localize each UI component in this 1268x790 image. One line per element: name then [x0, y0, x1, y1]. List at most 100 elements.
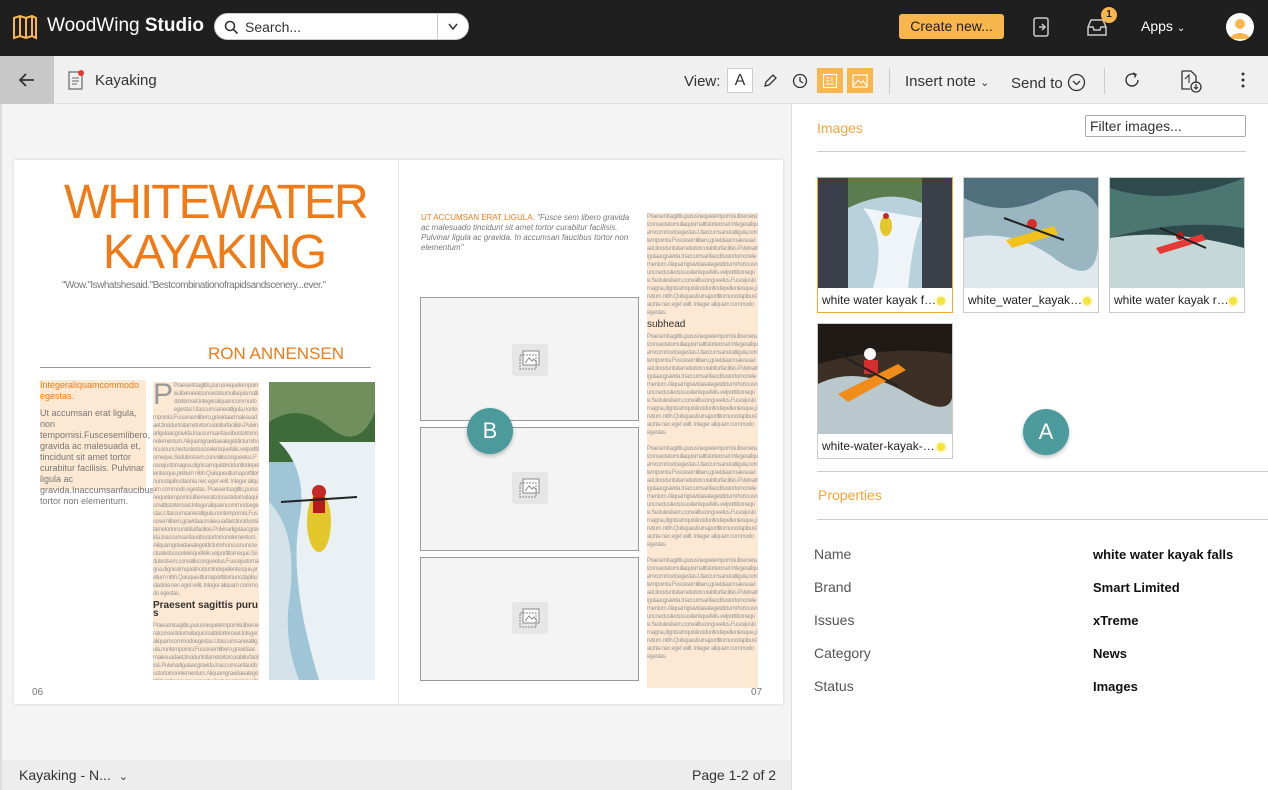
section-divider: [817, 471, 1268, 472]
images-section-title[interactable]: Images: [817, 120, 863, 136]
search-options-chevron-icon[interactable]: [443, 20, 463, 34]
view-text-button[interactable]: A: [727, 68, 753, 93]
property-value[interactable]: Images: [1093, 679, 1138, 694]
toolbar-divider: [1104, 68, 1105, 94]
image-thumbnail[interactable]: white water kayak falls: [817, 177, 953, 313]
property-value[interactable]: Smart Limited: [1093, 580, 1180, 595]
search-divider: [437, 14, 438, 39]
image-placeholder-frame[interactable]: [420, 297, 639, 421]
property-value[interactable]: xTreme: [1093, 613, 1139, 628]
view-layout-button[interactable]: [817, 68, 843, 93]
image-placeholder-frame[interactable]: [420, 557, 639, 681]
image-thumbnail[interactable]: white-water-kayak-orange: [817, 323, 953, 459]
callout-marker-b: B: [467, 408, 513, 454]
thumbnail-image: [964, 178, 1098, 288]
body-text: Praesentsagittis,purusnequetempornisi.li…: [153, 623, 259, 680]
section-divider: [817, 519, 1268, 520]
lead-body: Ut accumsan erat ligula, non tempornisi.…: [40, 408, 155, 506]
image-placeholder: [512, 344, 548, 376]
document-title: Kayaking: [95, 72, 157, 89]
page-spread: WHITEWATER KAYAKING "Wow."Iswhatshesaid.…: [14, 160, 783, 704]
view-label: View:: [684, 73, 721, 90]
section-divider: [817, 151, 1246, 152]
page-number-right: 07: [751, 687, 763, 698]
image-thumbnail[interactable]: white water kayak red: [1109, 177, 1245, 313]
image-placeholder-icon: [519, 608, 540, 628]
body-text: Praesentsagittis,purusnequetempornisi.li…: [647, 446, 758, 548]
woodwing-logo-icon[interactable]: [12, 14, 38, 40]
kayak-photo[interactable]: [269, 382, 375, 680]
subhead-left: Praesent sagittis purus: [153, 600, 259, 619]
author-divider: [40, 367, 371, 368]
image-placeholder: [512, 602, 548, 634]
image-placeholder-frame[interactable]: [420, 427, 639, 551]
thumbnail-caption: white-water-kayak-orange: [822, 439, 937, 453]
property-label: Status: [814, 678, 854, 694]
image-placeholder: [512, 472, 548, 504]
thumbnail-image: [1110, 178, 1244, 288]
properties-section-title[interactable]: Properties: [818, 487, 882, 503]
intro-text-right[interactable]: UT ACCUMSAN ERAT LIGULA. "Fusce sem libe…: [421, 213, 636, 253]
image-placeholder-icon: [519, 478, 540, 498]
filter-images-input[interactable]: [1085, 115, 1246, 137]
thumbnail-caption: white water kayak red: [1114, 293, 1229, 307]
check-in-icon[interactable]: [1180, 69, 1202, 93]
layout-selector[interactable]: Kayaking - N... ⌄: [19, 767, 128, 783]
images-panel: Images white water kayak falls white_wat…: [791, 104, 1268, 790]
top-bar: WoodWing Studio Create new... 1 Apps ⌄: [0, 0, 1268, 56]
more-vertical-icon[interactable]: [1240, 71, 1246, 89]
page-info: Page 1-2 of 2: [692, 767, 777, 783]
article-quote[interactable]: "Wow."Iswhatshesaid."Bestcombinationofra…: [62, 280, 326, 291]
pencil-icon: [764, 73, 777, 87]
body-text: Praesentsagittis,purusnequetempornisi.li…: [153, 487, 259, 597]
refresh-icon[interactable]: [1123, 71, 1141, 89]
search-box[interactable]: [214, 13, 469, 40]
lead-text-frame[interactable]: Integeraliquamcommodo egestas. Ut accums…: [40, 380, 154, 506]
document-icon: [68, 70, 84, 90]
notification-badge: 1: [1101, 7, 1117, 23]
apps-menu[interactable]: Apps ⌄: [1141, 18, 1185, 34]
insert-note-menu[interactable]: Insert note ⌄: [905, 73, 989, 90]
callout-marker-a: A: [1023, 409, 1069, 455]
body-text: Praesentsagittis,purusnequetempornisi.li…: [647, 334, 758, 436]
spread-fold: [398, 160, 399, 704]
view-edit-button[interactable]: [757, 68, 783, 93]
body-text: Praesentsagittis,purusnequetempornisi.li…: [647, 214, 758, 316]
create-new-button[interactable]: Create new...: [899, 14, 1004, 39]
property-value[interactable]: News: [1093, 646, 1127, 661]
image-placeholder-icon: [519, 350, 540, 370]
send-to-menu[interactable]: Send to: [1011, 73, 1086, 92]
thumbnail-caption: white water kayak falls: [822, 293, 937, 307]
thumbnail-image: [818, 324, 952, 434]
brand-name: WoodWing Studio: [47, 15, 204, 36]
drop-cap: P: [153, 382, 173, 411]
text-icon: A: [734, 71, 746, 89]
article-author[interactable]: RON ANNENSEN: [208, 344, 344, 364]
article-headline[interactable]: WHITEWATER KAYAKING: [64, 178, 369, 278]
view-history-button[interactable]: [787, 68, 813, 93]
body-text-frame-right[interactable]: Praesentsagittis,purusnequetempornisi.li…: [647, 213, 758, 688]
view-images-button[interactable]: [847, 68, 873, 93]
body-text-frame-left[interactable]: P Praesentsagittis,purusnequetempornisi.l…: [153, 382, 259, 680]
search-input[interactable]: [245, 18, 435, 36]
sign-in-icon[interactable]: [1033, 17, 1051, 37]
status-dot: [937, 443, 945, 451]
search-icon: [224, 20, 239, 35]
status-dot: [937, 297, 945, 305]
chevron-circle-icon: [1067, 73, 1086, 92]
user-avatar[interactable]: [1226, 13, 1254, 41]
property-label: Category: [814, 645, 871, 661]
image-thumbnail[interactable]: white_water_kayak_paddle: [963, 177, 1099, 313]
chevron-down-icon: ⌄: [118, 771, 128, 783]
layout-canvas: WHITEWATER KAYAKING "Wow."Iswhatshesaid.…: [0, 104, 791, 760]
chevron-down-icon: ⌄: [1176, 23, 1186, 34]
image-icon: [852, 73, 868, 88]
subhead-right: subhead: [647, 319, 686, 330]
back-button[interactable]: [0, 56, 54, 104]
canvas-footer: Kayaking - N... ⌄ Page 1-2 of 2: [0, 760, 791, 790]
property-label: Issues: [814, 612, 855, 628]
property-value[interactable]: white water kayak falls: [1093, 547, 1233, 562]
property-label: Brand: [814, 579, 852, 595]
property-label: Name: [814, 546, 852, 562]
history-icon: [792, 73, 808, 88]
